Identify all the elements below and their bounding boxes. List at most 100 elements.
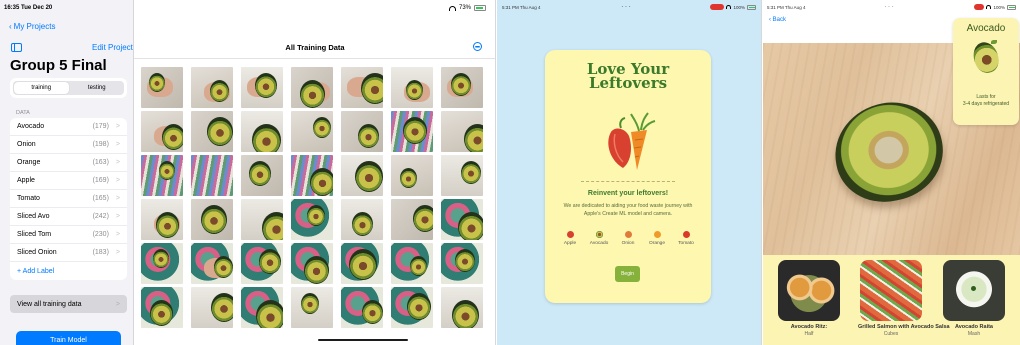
training-image-thumbnail[interactable] (391, 243, 433, 284)
avocado-shape (413, 205, 433, 232)
training-image-thumbnail[interactable] (391, 199, 433, 240)
training-image-thumbnail[interactable] (191, 199, 233, 240)
avocado-shape (464, 124, 483, 152)
view-all-training-data-button[interactable]: View all training data > (10, 295, 127, 313)
label-row-sliced-onion[interactable]: Sliced Onion (183) > (10, 244, 127, 262)
add-label-row[interactable]: + Add Label (10, 262, 127, 280)
training-image-thumbnail[interactable] (191, 243, 233, 284)
avocado-shape (262, 212, 283, 240)
training-image-thumbnail[interactable] (291, 111, 333, 152)
multitask-dots-icon[interactable]: ··· (884, 2, 895, 11)
training-image-thumbnail[interactable] (241, 111, 283, 152)
divider (134, 58, 495, 59)
training-image-thumbnail[interactable] (391, 111, 433, 152)
multitask-dots-icon[interactable]: ··· (621, 2, 632, 11)
training-image-thumbnail[interactable] (441, 199, 483, 240)
avocado-detail-screen: 5:31 PM Thu Aug 4 ··· 100% ‹ Back Avocad… (763, 0, 1020, 345)
back-label: Back (772, 17, 787, 23)
begin-button[interactable]: Begin (615, 266, 640, 282)
add-label-button[interactable]: + Add Label (17, 268, 120, 275)
training-image-thumbnail[interactable] (391, 67, 433, 108)
label-row-sliced-tom[interactable]: Sliced Tom (230) > (10, 226, 127, 244)
training-image-thumbnail[interactable] (441, 67, 483, 108)
training-image-thumbnail[interactable] (341, 199, 383, 240)
training-image-thumbnail[interactable] (141, 155, 183, 196)
back-to-projects-button[interactable]: ‹ My Projects (9, 22, 55, 31)
training-image-thumbnail[interactable] (191, 155, 233, 196)
training-image-thumbnail[interactable] (241, 155, 283, 196)
training-image-thumbnail[interactable] (241, 199, 283, 240)
sidebar-toggle-icon[interactable] (11, 43, 22, 52)
training-image-thumbnail[interactable] (441, 287, 483, 328)
status-bar-right: 73% (448, 5, 486, 11)
training-image-thumbnail[interactable] (441, 111, 483, 152)
training-image-thumbnail[interactable] (341, 111, 383, 152)
training-image-thumbnail[interactable] (141, 243, 183, 284)
label-count: (230) (92, 231, 109, 238)
training-image-thumbnail[interactable] (291, 67, 333, 108)
training-image-thumbnail[interactable] (391, 155, 433, 196)
avocado-shape (159, 161, 175, 180)
avocado-shape (458, 212, 483, 240)
label-row-sliced-avo[interactable]: Sliced Avo (242) > (10, 208, 127, 226)
recipe-card[interactable]: Grilled Salmon with Avocado Salsa Cubes (858, 260, 950, 337)
grid-fade (134, 329, 495, 345)
training-image-thumbnail[interactable] (191, 287, 233, 328)
training-image-thumbnail[interactable] (341, 287, 383, 328)
avocado-shape (201, 205, 227, 234)
label-name: Sliced Tom (17, 231, 52, 238)
training-image-thumbnail[interactable] (241, 287, 283, 328)
training-image-thumbnail[interactable] (291, 155, 333, 196)
training-image-thumbnail[interactable] (191, 111, 233, 152)
avocado-shape (300, 80, 325, 108)
label-row-orange[interactable]: Orange (163) > (10, 154, 127, 172)
training-image-thumbnail[interactable] (291, 287, 333, 328)
recipe-image (778, 260, 840, 321)
avocado-shape (455, 249, 475, 272)
label-row-avocado[interactable]: Avocado (179) > (10, 118, 127, 136)
recipe-cut: Mash (967, 331, 981, 337)
orange-icon (653, 231, 661, 238)
avocado-shape (153, 249, 169, 268)
label-row-onion[interactable]: Onion (198) > (10, 136, 127, 154)
train-model-button[interactable]: Train Model (16, 331, 121, 345)
training-image-thumbnail[interactable] (191, 67, 233, 108)
training-image-thumbnail[interactable] (141, 287, 183, 328)
training-image-thumbnail[interactable] (141, 111, 183, 152)
avocado-shape (149, 73, 165, 92)
training-image-thumbnail[interactable] (241, 67, 283, 108)
training-data-pane: 73% All Training Data (134, 0, 495, 345)
avocado-shape (304, 256, 329, 284)
produce-label: Tomato (678, 241, 694, 246)
label-row-apple[interactable]: Apple (169) > (10, 172, 127, 190)
training-image-thumbnail[interactable] (141, 67, 183, 108)
training-image-thumbnail[interactable] (291, 199, 333, 240)
training-image-thumbnail[interactable] (141, 199, 183, 240)
training-image-thumbnail[interactable] (341, 155, 383, 196)
training-image-thumbnail[interactable] (291, 243, 333, 284)
label-name: Avocado (17, 123, 45, 130)
status-bar-right: 100% (710, 4, 756, 10)
training-image-thumbnail[interactable] (441, 243, 483, 284)
recipe-name: Avocado Raita (954, 324, 993, 330)
avocado-shape (162, 124, 183, 150)
recipe-card[interactable]: Avocado Ritz: Half (776, 260, 842, 337)
edit-project-button[interactable]: Edit Project (92, 43, 133, 52)
label-name: Tomato (17, 195, 40, 202)
training-image-thumbnail[interactable] (441, 155, 483, 196)
training-image-thumbnail[interactable] (341, 243, 383, 284)
segment-training[interactable]: training (14, 82, 69, 94)
recipe-card[interactable]: Avocado Raita Mash (941, 260, 1007, 337)
training-image-thumbnail[interactable] (241, 243, 283, 284)
training-image-thumbnail[interactable] (341, 67, 383, 108)
avocado-shape (310, 168, 333, 196)
produce-label: Avocado (589, 241, 609, 246)
divider (581, 181, 675, 182)
label-row-tomato[interactable]: Tomato (165) > (10, 190, 127, 208)
avocado-shape (214, 256, 233, 278)
avocado-shape (361, 73, 383, 104)
back-button[interactable]: ‹ Back (769, 17, 786, 23)
filter-icon[interactable] (473, 42, 482, 51)
segment-testing[interactable]: testing (70, 81, 125, 95)
training-image-thumbnail[interactable] (391, 287, 433, 328)
